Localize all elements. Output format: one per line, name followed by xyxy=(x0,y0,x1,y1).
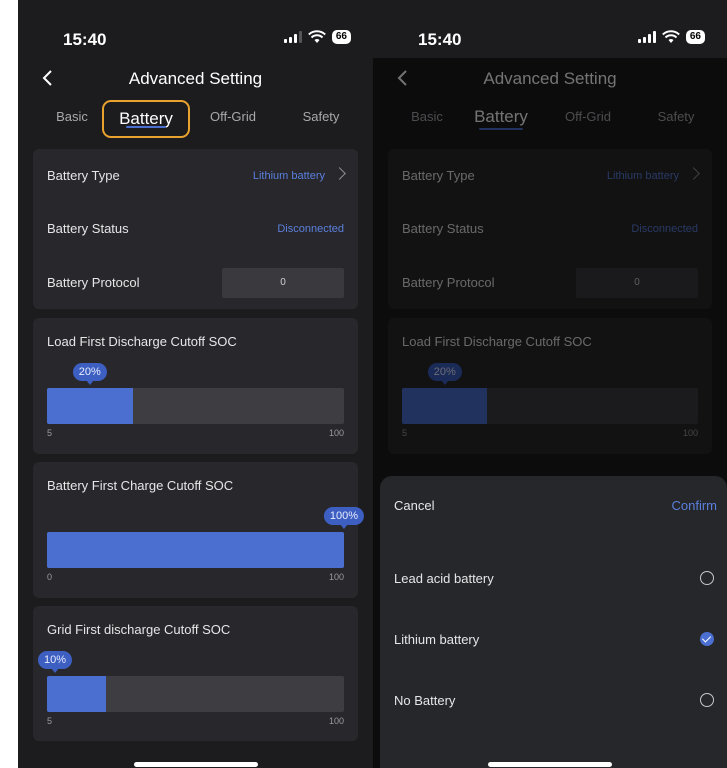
tab-off-grid[interactable]: Off-Grid xyxy=(198,100,268,138)
battery-protocol-row: Battery Protocol 0 xyxy=(47,268,344,298)
status-icons: 66 xyxy=(283,30,351,44)
confirm-button[interactable]: Confirm xyxy=(671,498,717,513)
cellular-signal-icon xyxy=(283,31,302,43)
status-icons: 66 xyxy=(637,30,705,44)
cellular-signal-icon xyxy=(637,31,656,43)
option-label: Lithium battery xyxy=(394,632,480,647)
battery-first-charge-card: Battery First Charge Cutoff SOC 100% 0 1… xyxy=(33,462,365,598)
battery-first-charge-slider[interactable] xyxy=(47,532,344,568)
tab-basic[interactable]: Basic xyxy=(42,100,102,138)
option-label: No Battery xyxy=(394,693,456,708)
grid-first-discharge-card: Grid First discharge Cutoff SOC 10% 5 10… xyxy=(33,606,358,741)
home-indicator xyxy=(488,762,612,767)
slider-fill xyxy=(47,676,107,712)
active-tab-indicator xyxy=(126,126,166,128)
slider-title: Grid First discharge Cutoff SOC xyxy=(47,622,231,637)
battery-status-row: Battery Status Disconnected xyxy=(47,214,344,244)
option-no-battery[interactable]: No Battery xyxy=(380,681,727,721)
battery-type-picker-sheet: Cancel Confirm Lead acid battery Lithium… xyxy=(380,476,727,768)
load-first-discharge-slider[interactable] xyxy=(47,388,344,424)
chevron-right-icon xyxy=(333,167,346,180)
slider-value-bubble: 20% xyxy=(72,363,107,385)
option-lead-acid-battery[interactable]: Lead acid battery xyxy=(380,559,727,599)
cancel-button[interactable]: Cancel xyxy=(394,498,434,513)
slider-fill xyxy=(47,388,133,424)
slider-min-label: 0 xyxy=(47,572,53,582)
tab-battery[interactable]: Battery xyxy=(102,100,190,138)
slider-value-bubble: 10% xyxy=(37,651,73,673)
radio-checked-icon xyxy=(700,632,714,646)
phone-screen-main: 15:40 66 Advanced Setting Basic Battery … xyxy=(18,0,373,768)
wifi-icon xyxy=(307,30,326,43)
tab-bar: Basic Battery Off-Grid Safety xyxy=(18,100,373,140)
status-time: 15:40 xyxy=(418,30,462,49)
slider-title: Battery First Charge Cutoff SOC xyxy=(47,478,234,493)
slider-min-label: 5 xyxy=(47,428,53,438)
slider-title: Load First Discharge Cutoff SOC xyxy=(47,334,237,349)
battery-status-value: Disconnected xyxy=(277,223,344,235)
battery-level-icon: 66 xyxy=(331,30,351,44)
home-indicator xyxy=(133,762,258,767)
tab-safety[interactable]: Safety xyxy=(286,100,356,138)
battery-type-value: Lithium battery xyxy=(252,170,325,182)
page-title: Advanced Setting xyxy=(128,69,263,88)
radio-unchecked-icon xyxy=(700,693,714,707)
option-lithium-battery[interactable]: Lithium battery xyxy=(380,620,727,660)
load-first-discharge-card: Load First Discharge Cutoff SOC 20% 5 10… xyxy=(33,318,358,454)
slider-value-bubble: 100% xyxy=(323,507,365,529)
battery-type-row[interactable]: Battery Type Lithium battery xyxy=(47,161,346,191)
battery-level-icon: 66 xyxy=(685,30,705,44)
radio-unchecked-icon xyxy=(700,571,714,585)
battery-protocol-input[interactable]: 0 xyxy=(222,268,344,298)
battery-info-card: Battery Type Lithium battery Battery Sta… xyxy=(33,149,358,309)
phone-screen-picker: 15:40 66 Advanced Setting Basic Battery … xyxy=(373,0,727,768)
wifi-icon xyxy=(661,30,680,43)
slider-max-label: 100 xyxy=(328,572,344,582)
slider-fill xyxy=(47,532,344,568)
status-time: 15:40 xyxy=(63,30,107,49)
option-label: Lead acid battery xyxy=(394,571,494,586)
slider-max-label: 100 xyxy=(328,428,344,438)
grid-first-discharge-slider[interactable] xyxy=(47,676,344,712)
slider-min-label: 5 xyxy=(47,716,53,726)
slider-max-label: 100 xyxy=(328,716,344,726)
